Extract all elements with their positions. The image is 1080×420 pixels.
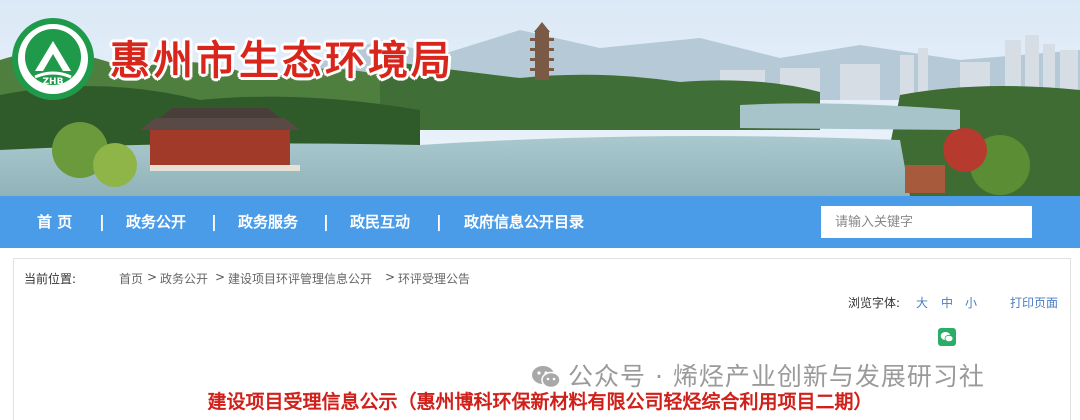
breadcrumb-separator: > [385, 270, 396, 284]
print-page-link[interactable]: 打印页面 [1010, 294, 1058, 311]
nav-separator: | [211, 212, 217, 231]
breadcrumb-home[interactable]: 首页 [119, 270, 143, 287]
logo-text: ZHB [42, 77, 64, 87]
nav-home[interactable]: 首 页 [37, 196, 72, 248]
breadcrumb-eia-info[interactable]: 建设项目环评管理信息公开 [228, 270, 372, 287]
search-input[interactable] [821, 206, 1032, 238]
font-size-label: 浏览字体: [848, 296, 901, 310]
breadcrumb-label: 当前位置: [24, 272, 77, 286]
wechat-icon [940, 332, 954, 343]
breadcrumb-separator: > [147, 270, 158, 284]
font-size-medium[interactable]: 中 [941, 294, 953, 311]
nav-separator: | [323, 212, 329, 231]
nav-government-services[interactable]: 政务服务 [238, 196, 298, 248]
nav-government-affairs[interactable]: 政务公开 [126, 196, 186, 248]
font-size-large[interactable]: 大 [916, 294, 928, 311]
nav-separator: | [99, 212, 105, 231]
site-title: 惠州市生态环境局 [110, 37, 454, 84]
font-size-small[interactable]: 小 [965, 294, 977, 311]
environment-bureau-logo [12, 18, 94, 100]
nav-interaction[interactable]: 政民互动 [350, 196, 410, 248]
wechat-share-button[interactable] [938, 328, 956, 346]
nav-info-catalog[interactable]: 政府信息公开目录 [464, 196, 584, 248]
breadcrumb-eia-acceptance[interactable]: 环评受理公告 [398, 270, 470, 287]
breadcrumb-government-affairs[interactable]: 政务公开 [160, 270, 208, 287]
article-title: 建设项目受理信息公示（惠州博科环保新材料有限公司轻烃综合利用项目二期） [207, 391, 873, 413]
header-banner: ZHB 惠州市生态环境局 [0, 0, 1080, 196]
breadcrumb-separator: > [215, 270, 226, 284]
nav-separator: | [436, 212, 442, 231]
